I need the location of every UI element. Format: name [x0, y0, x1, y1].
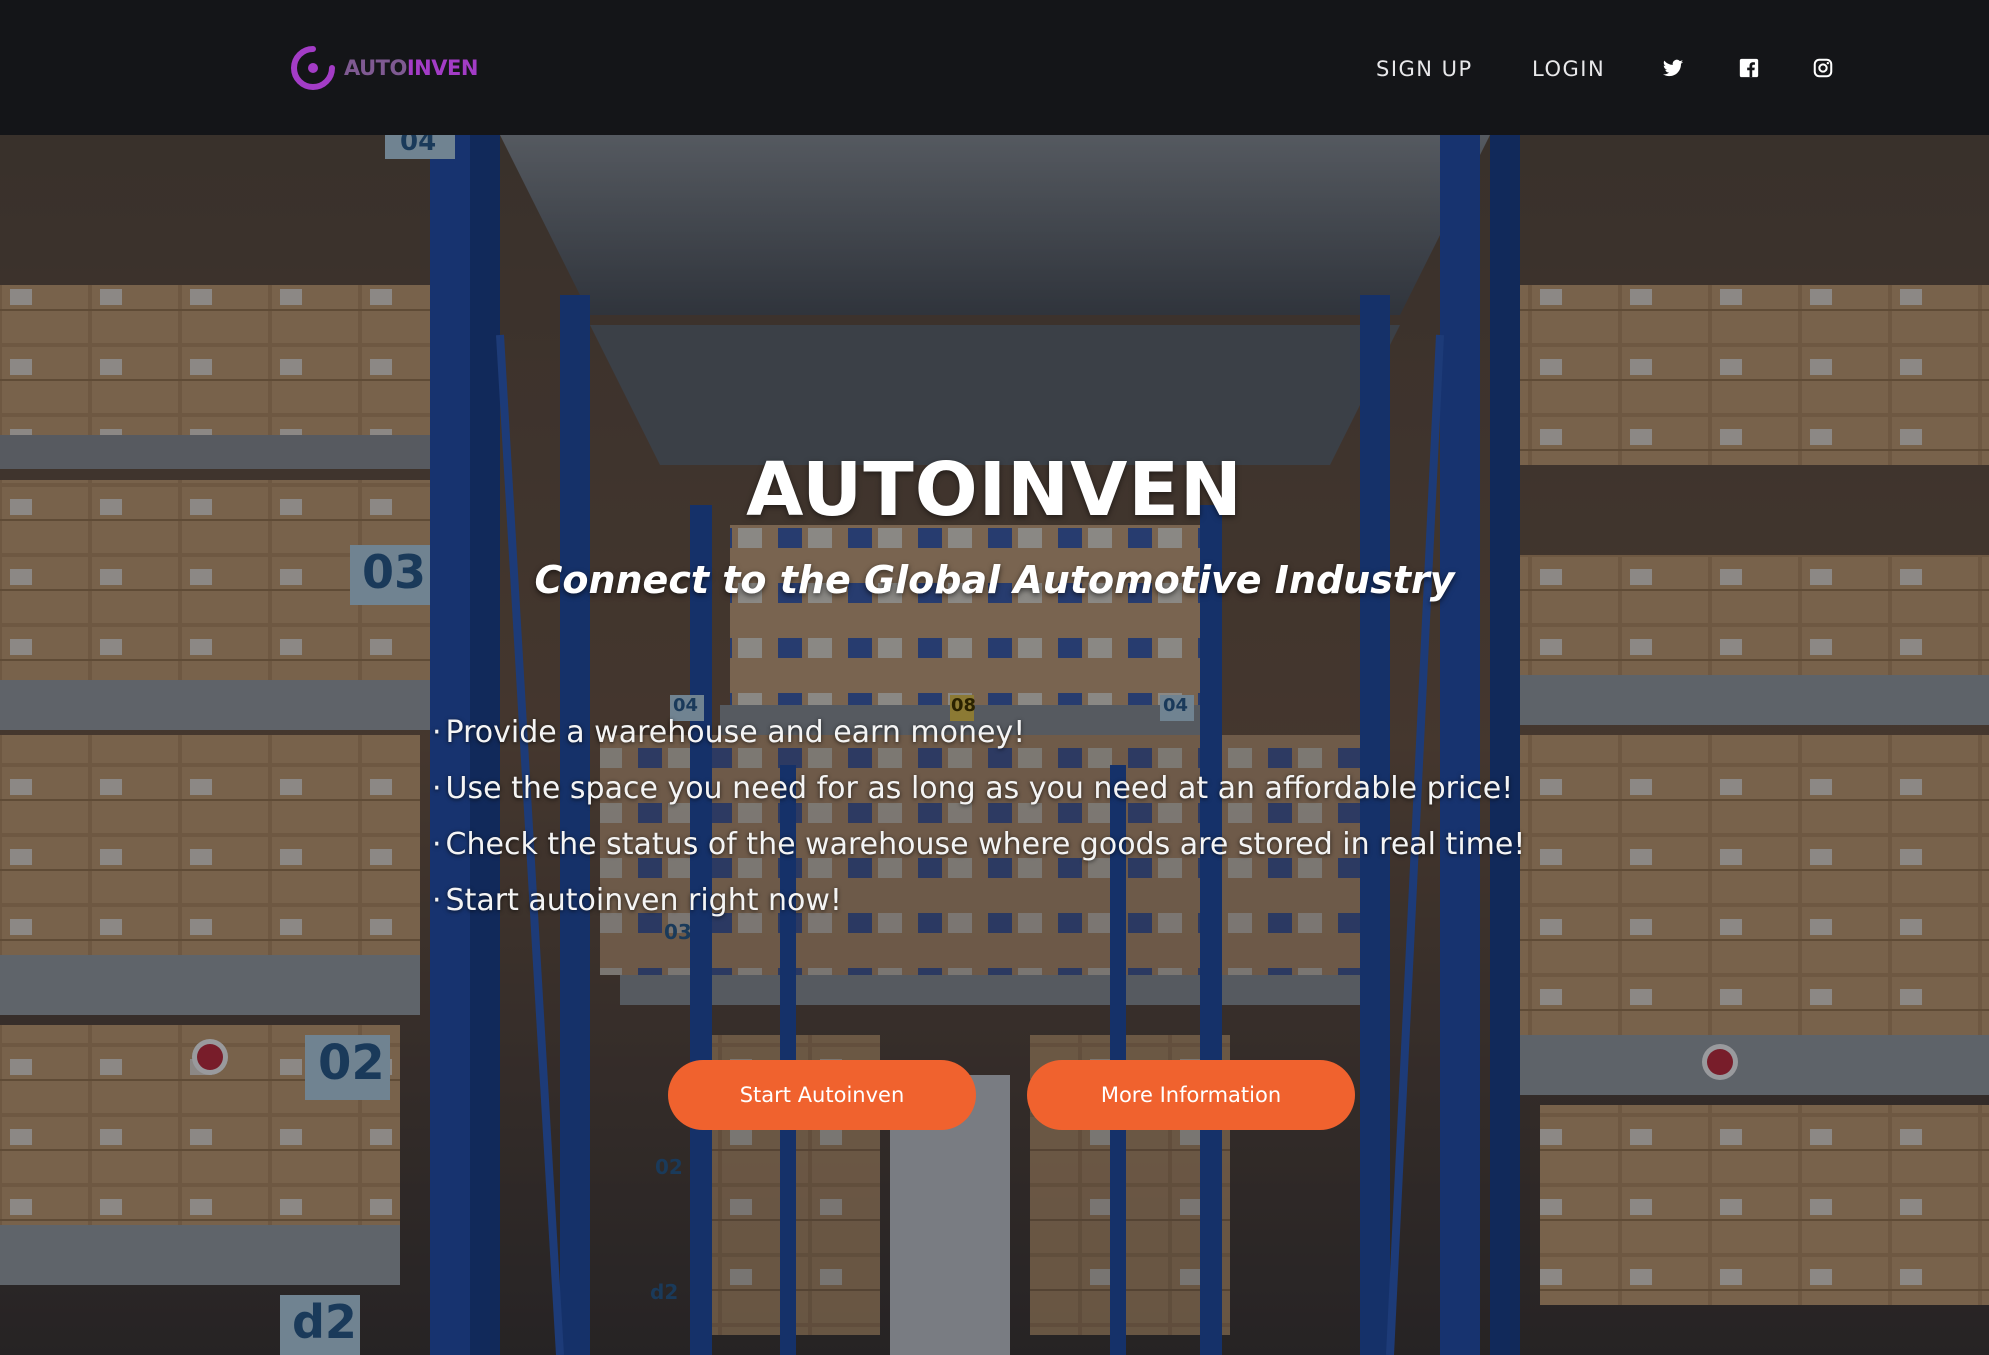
shelf-label: d2 [650, 1280, 679, 1304]
bullet-marker: · [432, 715, 442, 750]
feature-item: · Start autoinven right now! [432, 873, 1525, 929]
hero-title: AUTOINVEN [746, 447, 1243, 533]
shelf-label: 02 [318, 1035, 385, 1091]
facebook-icon[interactable] [1737, 54, 1761, 82]
feature-text: Check the status of the warehouse where … [445, 827, 1526, 862]
bullet-marker: · [432, 827, 442, 862]
feature-list: · Provide a warehouse and earn money! · Us… [432, 705, 1525, 929]
shelf-label: 02 [655, 1155, 683, 1179]
bullet-marker: · [432, 771, 442, 806]
feature-item: · Check the status of the warehouse where… [432, 817, 1525, 873]
start-autoinven-button[interactable]: Start Autoinven [668, 1060, 976, 1130]
logo-mark-icon [291, 46, 335, 90]
brand-name-suffix: INVEN [406, 56, 479, 80]
feature-text: Use the space you need for as long as yo… [445, 771, 1514, 806]
feature-item: · Provide a warehouse and earn money! [432, 705, 1525, 761]
hero-section: 04 03 02 d2 04 08 04 03 02 d2 AUTOINVEN … [0, 135, 1989, 1355]
hero-subtitle: Connect to the Global Automotive Industr… [534, 558, 1455, 602]
brand-name-prefix: AUTO [344, 56, 407, 80]
shelf-label: 04 [400, 135, 437, 157]
brand-logo[interactable]: AUTOINVEN [290, 45, 478, 91]
bullet-marker: · [432, 883, 442, 918]
feature-text: Start autoinven right now! [445, 883, 842, 918]
brand-name: AUTOINVEN [344, 56, 478, 80]
navbar: AUTOINVEN SIGN UP LOGIN [0, 0, 1989, 135]
feature-text: Provide a warehouse and earn money! [445, 715, 1026, 750]
twitter-icon[interactable] [1661, 54, 1685, 82]
shelf-label: d2 [292, 1295, 357, 1349]
login-link[interactable]: LOGIN [1532, 54, 1605, 84]
instagram-icon[interactable] [1811, 54, 1835, 82]
feature-item: · Use the space you need for as long as y… [432, 761, 1525, 817]
more-information-button[interactable]: More Information [1027, 1060, 1355, 1130]
signup-link[interactable]: SIGN UP [1376, 54, 1473, 84]
